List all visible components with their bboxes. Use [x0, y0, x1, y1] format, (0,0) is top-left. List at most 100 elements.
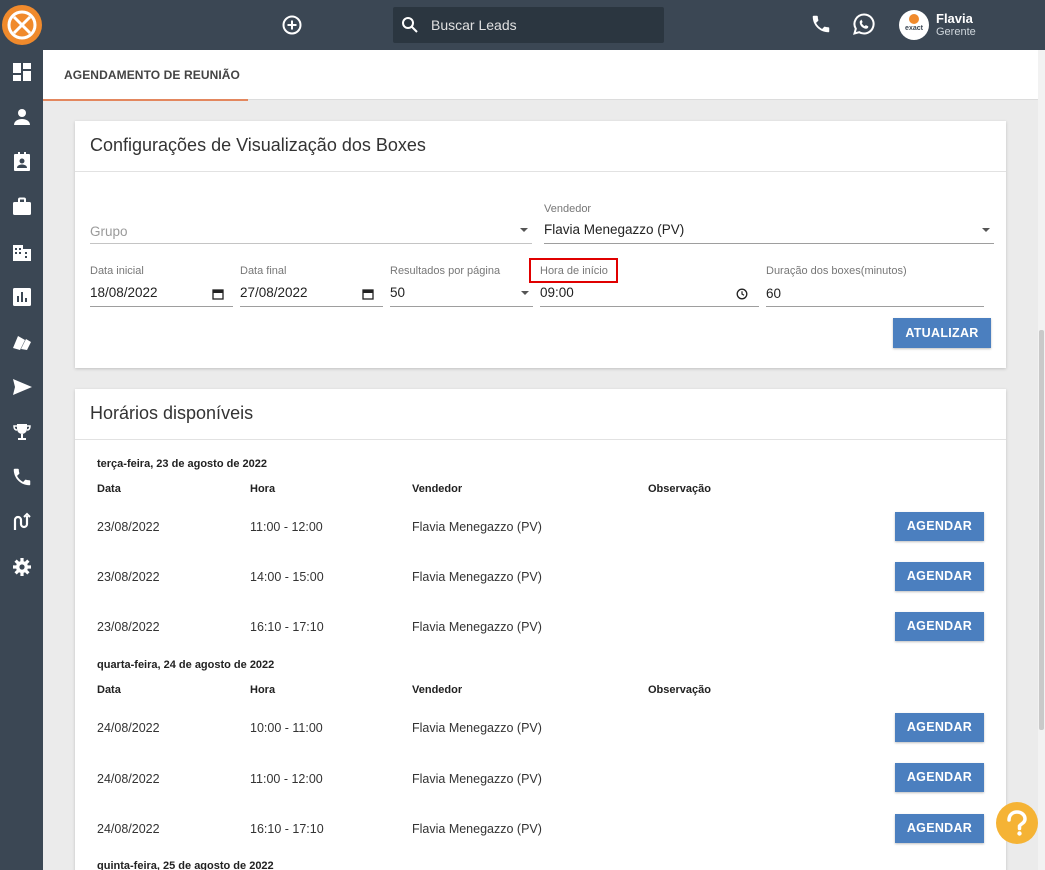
- phone-icon[interactable]: [810, 13, 832, 40]
- data-final-label: Data final: [240, 265, 287, 277]
- horarios-title: Horários disponíveis: [90, 403, 254, 423]
- search-box[interactable]: [393, 7, 664, 43]
- agendar-button[interactable]: AGENDAR: [895, 612, 984, 641]
- hora-input[interactable]: 09:00: [540, 285, 574, 300]
- agendar-button[interactable]: AGENDAR: [895, 562, 984, 591]
- slot-data: 23/08/2022: [97, 570, 160, 584]
- person-icon[interactable]: [11, 106, 33, 128]
- top-bar: exact Flavia Gerente: [0, 0, 1045, 50]
- user-role: Gerente: [936, 26, 976, 38]
- col-head-hora: Hora: [250, 684, 276, 696]
- slot-data: 23/08/2022: [97, 520, 160, 534]
- building-icon[interactable]: [11, 241, 33, 263]
- duracao-label: Duração dos boxes(minutos): [766, 265, 907, 277]
- slot-hora: 16:10 - 17:10: [250, 822, 324, 836]
- phone-icon[interactable]: [11, 466, 33, 488]
- data-inicial-input[interactable]: 18/08/2022: [90, 285, 158, 300]
- tab-bar: AGENDAMENTO DE REUNIÃO: [43, 50, 1038, 101]
- contact-card-icon[interactable]: [11, 151, 33, 173]
- config-card: Configurações de Visualização dos Boxes …: [75, 121, 1006, 368]
- field-underline: [540, 306, 759, 307]
- app-logo[interactable]: [2, 5, 42, 45]
- scrollbar-thumb[interactable]: [1039, 330, 1044, 730]
- config-title: Configurações de Visualização dos Boxes: [90, 135, 426, 155]
- chevron-down-icon[interactable]: [521, 291, 529, 295]
- avatar[interactable]: exact: [899, 10, 929, 40]
- slot-vendedor: Flavia Menegazzo (PV): [412, 620, 542, 634]
- field-underline: [390, 306, 533, 307]
- hora-label: Hora de início: [540, 265, 608, 277]
- calendar-icon[interactable]: [212, 287, 224, 305]
- agendar-button[interactable]: AGENDAR: [895, 763, 984, 792]
- tab-label: AGENDAMENTO DE REUNIÃO: [64, 68, 240, 82]
- gear-icon[interactable]: [11, 556, 33, 578]
- search-input[interactable]: [431, 7, 656, 43]
- slot-vendedor: Flavia Menegazzo (PV): [412, 721, 542, 735]
- slot-data: 24/08/2022: [97, 772, 160, 786]
- horarios-card: Horários disponíveis terça-feira, 23 de …: [75, 389, 1006, 870]
- slot-vendedor: Flavia Menegazzo (PV): [412, 822, 542, 836]
- col-head-vendedor: Vendedor: [412, 684, 463, 696]
- user-name[interactable]: Flavia: [936, 11, 973, 26]
- briefcase-icon[interactable]: [11, 196, 33, 218]
- agendar-button[interactable]: AGENDAR: [895, 512, 984, 541]
- slot-hora: 11:00 - 12:00: [250, 772, 323, 786]
- slot-hora: 14:00 - 15:00: [250, 570, 324, 584]
- bar-chart-icon[interactable]: [11, 286, 33, 308]
- route-icon[interactable]: [11, 511, 33, 533]
- slot-data: 23/08/2022: [97, 620, 160, 634]
- slot-vendedor: Flavia Menegazzo (PV): [412, 772, 542, 786]
- field-underline: [240, 306, 383, 307]
- data-final-input[interactable]: 27/08/2022: [240, 285, 308, 300]
- search-icon: [401, 16, 419, 39]
- col-head-data: Data: [97, 684, 121, 696]
- book-icon[interactable]: [11, 331, 33, 353]
- slot-vendedor: Flavia Menegazzo (PV): [412, 570, 542, 584]
- field-underline: [544, 243, 994, 244]
- agendar-button[interactable]: AGENDAR: [895, 713, 984, 742]
- clock-icon[interactable]: [736, 287, 748, 305]
- grupo-select[interactable]: Grupo: [90, 224, 128, 239]
- col-head-hora: Hora: [250, 483, 276, 495]
- duracao-input[interactable]: 60: [766, 286, 781, 301]
- field-underline: [766, 306, 984, 307]
- slot-data: 24/08/2022: [97, 822, 160, 836]
- chevron-down-icon[interactable]: [520, 228, 528, 232]
- dashboard-icon[interactable]: [11, 61, 33, 83]
- slot-hora: 10:00 - 11:00: [250, 721, 323, 735]
- field-underline: [90, 306, 233, 307]
- whatsapp-icon[interactable]: [852, 12, 876, 41]
- slot-hora: 11:00 - 12:00: [250, 520, 323, 534]
- add-circle-icon[interactable]: [281, 14, 303, 36]
- help-button[interactable]: [996, 802, 1038, 844]
- col-head-vendedor: Vendedor: [412, 483, 463, 495]
- slot-vendedor: Flavia Menegazzo (PV): [412, 520, 542, 534]
- day-title: quinta-feira, 25 de agosto de 2022: [97, 860, 274, 870]
- col-head-observacao: Observação: [648, 483, 711, 495]
- day-title: quarta-feira, 24 de agosto de 2022: [97, 659, 275, 671]
- slot-hora: 16:10 - 17:10: [250, 620, 324, 634]
- col-head-observacao: Observação: [648, 684, 711, 696]
- avatar-brand: exact: [905, 25, 923, 32]
- resultados-select[interactable]: 50: [390, 285, 405, 300]
- vendedor-label: Vendedor: [544, 203, 592, 215]
- brand-sun-icon: [909, 14, 919, 24]
- sidebar: [0, 50, 43, 870]
- trophy-icon[interactable]: [11, 421, 33, 443]
- data-inicial-label: Data inicial: [90, 265, 144, 277]
- tab-agendamento[interactable]: AGENDAMENTO DE REUNIÃO: [43, 50, 248, 101]
- col-head-data: Data: [97, 483, 121, 495]
- calendar-icon[interactable]: [362, 287, 374, 305]
- divider: [75, 439, 1006, 440]
- atualizar-button[interactable]: ATUALIZAR: [893, 318, 991, 348]
- resultados-label: Resultados por página: [390, 265, 501, 277]
- chevron-down-icon[interactable]: [982, 228, 990, 232]
- send-icon[interactable]: [11, 376, 33, 398]
- help-question-icon: [1007, 810, 1027, 836]
- tab-active-indicator: [43, 99, 248, 101]
- slot-data: 24/08/2022: [97, 721, 160, 735]
- vendedor-select[interactable]: Flavia Menegazzo (PV): [544, 222, 684, 237]
- agendar-button[interactable]: AGENDAR: [895, 814, 984, 843]
- day-title: terça-feira, 23 de agosto de 2022: [97, 458, 267, 470]
- field-underline: [90, 243, 532, 244]
